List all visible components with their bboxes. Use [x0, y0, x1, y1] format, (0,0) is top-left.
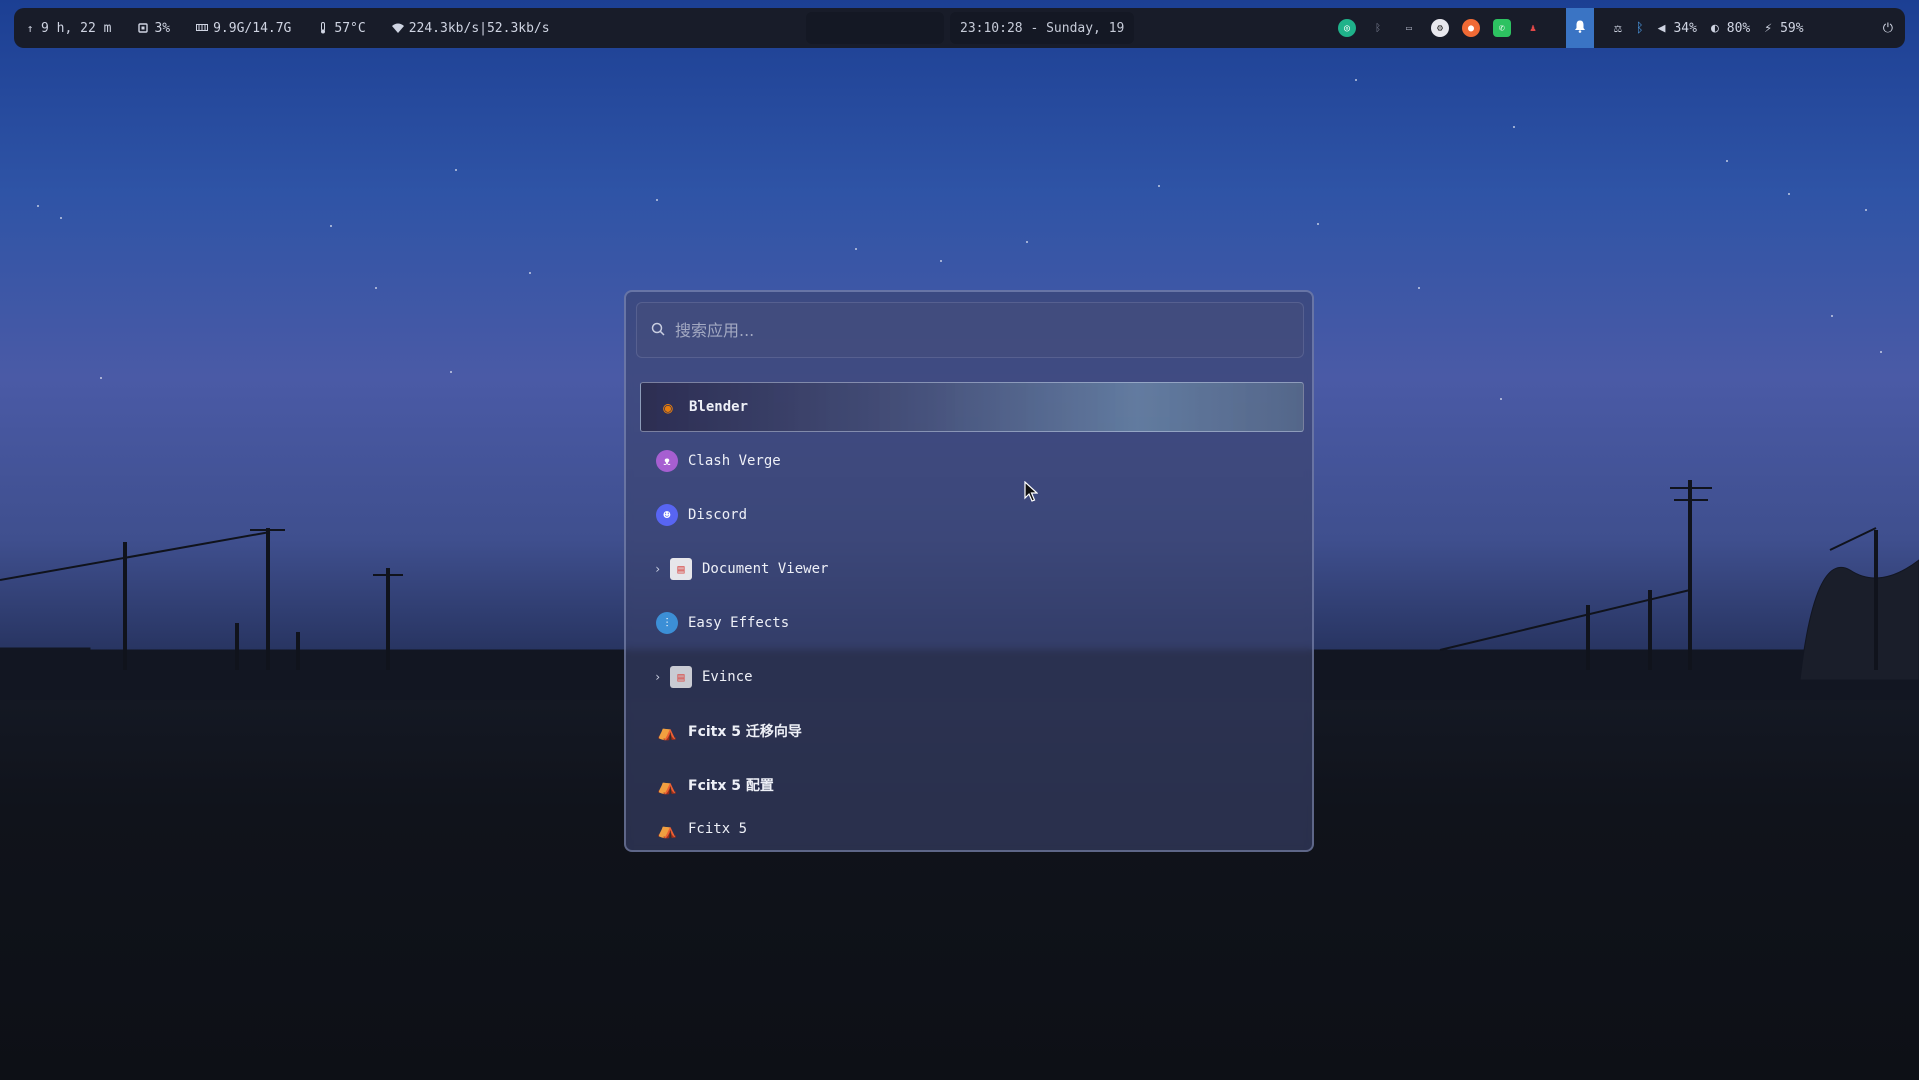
- bluetooth-tray-icon[interactable]: ᛒ: [1369, 19, 1387, 37]
- mouse-cursor-icon: [1024, 480, 1039, 507]
- memory-value: 9.9G/14.7G: [213, 20, 292, 36]
- temperature-value: 57°C: [334, 20, 366, 36]
- power-button[interactable]: ⏻: [1883, 8, 1893, 48]
- app-label: Fcitx 5 配置: [688, 778, 774, 794]
- uptime-value: 9 h, 22 m: [41, 20, 112, 36]
- volume-indicator[interactable]: ◀ 34%: [1658, 21, 1697, 36]
- fcitx-icon: ⛺: [657, 819, 677, 839]
- orange-app-icon[interactable]: ●: [1462, 19, 1480, 37]
- app-item-fcitx-migrator[interactable]: ⛺ Fcitx 5 迁移向导: [640, 706, 1304, 756]
- notification-button[interactable]: [1566, 8, 1594, 48]
- app-item-discord[interactable]: ☻ Discord: [640, 490, 1304, 540]
- system-tray: ◎ ᛒ ▭ ⚙ ● ✆ ♟: [1338, 8, 1542, 48]
- bell-icon: [1574, 20, 1586, 37]
- app-label: Fcitx 5 迁移向导: [688, 724, 802, 740]
- app-label: Clash Verge: [688, 453, 781, 469]
- chevron-right-icon[interactable]: ›: [654, 562, 670, 576]
- volume-value: 34%: [1673, 20, 1697, 36]
- wechat-icon[interactable]: ✆: [1493, 19, 1511, 37]
- clash-verge-icon: ᴥ: [656, 450, 678, 472]
- tray-app-icon[interactable]: ◎: [1338, 19, 1356, 37]
- scale-icon[interactable]: ⚖: [1614, 21, 1622, 36]
- brightness-value: 80%: [1726, 20, 1751, 36]
- blender-icon: ◉: [663, 397, 673, 417]
- battery-indicator[interactable]: ⚡ 59%: [1764, 21, 1803, 36]
- power-icon: ⏻: [1882, 20, 1893, 36]
- evince-icon: ▤: [670, 666, 692, 688]
- app-item-evince[interactable]: › ▤ Evince: [640, 652, 1304, 702]
- thermometer-icon: [317, 22, 329, 34]
- app-launcher: ◉ Blender ᴥ Clash Verge ☻ Discord › ▤ Do…: [624, 290, 1314, 852]
- easy-effects-icon: ⫶: [656, 612, 678, 634]
- qq-icon[interactable]: ♟: [1524, 19, 1542, 37]
- cpu-value: 3%: [154, 20, 171, 36]
- keyboard-tray-icon[interactable]: ▭: [1400, 19, 1418, 37]
- fcitx-icon: ⛺: [657, 721, 677, 741]
- workspace-indicator[interactable]: [806, 12, 944, 44]
- cpu-indicator: 3%: [137, 21, 170, 36]
- battery-value: 59%: [1780, 20, 1804, 36]
- center-widgets: 23:10:28 - Sunday, 19: [806, 12, 1135, 44]
- app-item-easy-effects[interactable]: ⫶ Easy Effects: [640, 598, 1304, 648]
- memory-icon: [196, 22, 209, 34]
- app-list: ◉ Blender ᴥ Clash Verge ☻ Discord › ▤ Do…: [640, 382, 1304, 848]
- discord-icon: ☻: [656, 504, 678, 526]
- chevron-right-icon[interactable]: ›: [654, 670, 670, 684]
- top-status-bar: ↑ 9 h, 22 m 3% 9.9G/14.7G 57°C 224.3kb/s…: [14, 8, 1905, 48]
- cpu-icon: [137, 22, 149, 34]
- app-item-document-viewer[interactable]: › ▤ Document Viewer: [640, 544, 1304, 594]
- clock[interactable]: 23:10:28 - Sunday, 19: [950, 12, 1135, 44]
- app-label: Evince: [702, 669, 753, 685]
- wifi-icon: [391, 22, 404, 34]
- search-icon: [651, 321, 665, 340]
- network-indicator: 224.3kb/s|52.3kb/s: [391, 20, 550, 36]
- document-viewer-icon: ▤: [670, 558, 692, 580]
- speaker-icon: ◀: [1657, 20, 1666, 36]
- app-item-blender[interactable]: ◉ Blender: [640, 382, 1304, 432]
- arrow-up-icon: ↑: [26, 21, 34, 35]
- app-label: Fcitx 5: [688, 821, 748, 837]
- app-item-fcitx[interactable]: ⛺ Fcitx 5: [640, 814, 1304, 844]
- charging-icon: ⚡: [1764, 20, 1773, 36]
- right-status: ⚖ ᛒ ◀ 34% ◐ 80% ⚡ 59%: [1614, 8, 1804, 48]
- app-label: Discord: [688, 507, 748, 523]
- brightness-indicator[interactable]: ◐ 80%: [1711, 21, 1750, 36]
- steam-icon[interactable]: ⚙: [1431, 19, 1449, 37]
- network-value: 224.3kb/s|52.3kb/s: [408, 20, 550, 36]
- temperature-indicator: 57°C: [317, 20, 366, 36]
- bluetooth-icon[interactable]: ᛒ: [1636, 21, 1644, 36]
- app-item-clash-verge[interactable]: ᴥ Clash Verge: [640, 436, 1304, 486]
- brightness-icon: ◐: [1710, 20, 1719, 36]
- app-label: Document Viewer: [702, 561, 829, 577]
- search-input[interactable]: [673, 319, 1277, 341]
- uptime-indicator: ↑ 9 h, 22 m: [24, 20, 112, 36]
- fcitx-icon: ⛺: [657, 775, 677, 795]
- memory-indicator: 9.9G/14.7G: [196, 21, 291, 36]
- app-item-fcitx-config[interactable]: ⛺ Fcitx 5 配置: [640, 760, 1304, 810]
- app-label: Easy Effects: [688, 615, 790, 631]
- search-bar[interactable]: [636, 302, 1304, 358]
- app-label: Blender: [689, 399, 749, 415]
